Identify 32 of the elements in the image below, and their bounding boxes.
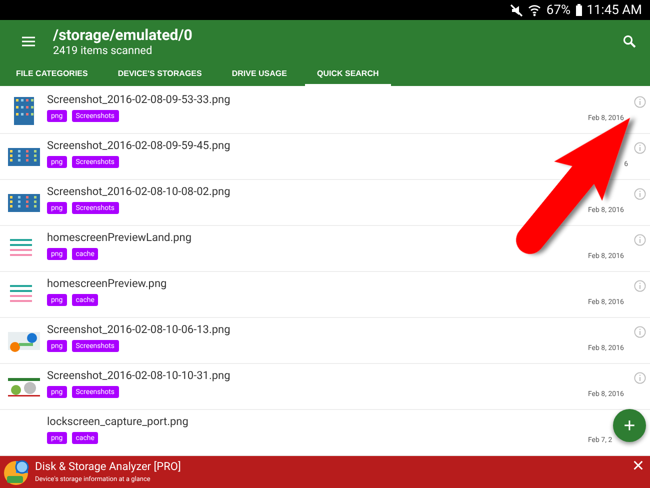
file-name: homescreenPreview.png [47, 277, 168, 290]
folder-path: /storage/emulated/0 [53, 26, 194, 44]
file-name: lockscreen_capture_port.png [47, 415, 190, 428]
file-name: Screenshot_2016-02-08-09-59-45.png [47, 139, 232, 152]
info-button[interactable] [634, 280, 646, 292]
tab[interactable]: QUICK SEARCH [304, 63, 391, 86]
wifi-icon [528, 4, 542, 17]
file-name: Screenshot_2016-02-08-10-06-13.png [47, 323, 232, 336]
clock-time: 11:45 AM [586, 2, 642, 18]
search-button[interactable] [623, 35, 636, 48]
mute-icon [510, 4, 524, 17]
tab[interactable]: DEVICE'S STORAGES [106, 63, 214, 86]
info-button[interactable] [634, 188, 646, 200]
tab[interactable]: FILE CATEGORIES [4, 63, 100, 86]
scan-count: 2419 items scanned [53, 44, 154, 58]
battery-icon [576, 4, 582, 16]
info-button[interactable] [634, 96, 646, 108]
close-button[interactable]: × [632, 456, 644, 476]
file-name: Screenshot_2016-02-08-10-08-02.png [47, 185, 232, 198]
tab[interactable]: DRIVE USAGE [220, 63, 299, 86]
info-button[interactable] [634, 372, 646, 384]
add-button[interactable]: + [613, 409, 646, 442]
file-name: Screenshot_2016-02-08-09-53-33.png [47, 93, 232, 106]
battery-percent: 67% [546, 2, 571, 18]
info-button[interactable] [634, 234, 646, 246]
file-name: homescreenPreviewLand.png [47, 231, 193, 244]
menu-button[interactable] [22, 36, 35, 48]
file-name: Screenshot_2016-02-08-10-10-31.png [47, 369, 232, 382]
app-logo-icon [3, 458, 31, 486]
info-button[interactable] [634, 326, 646, 338]
app-name: Disk & Storage Analyzer [PRO] [35, 460, 182, 474]
info-button[interactable] [634, 142, 646, 154]
